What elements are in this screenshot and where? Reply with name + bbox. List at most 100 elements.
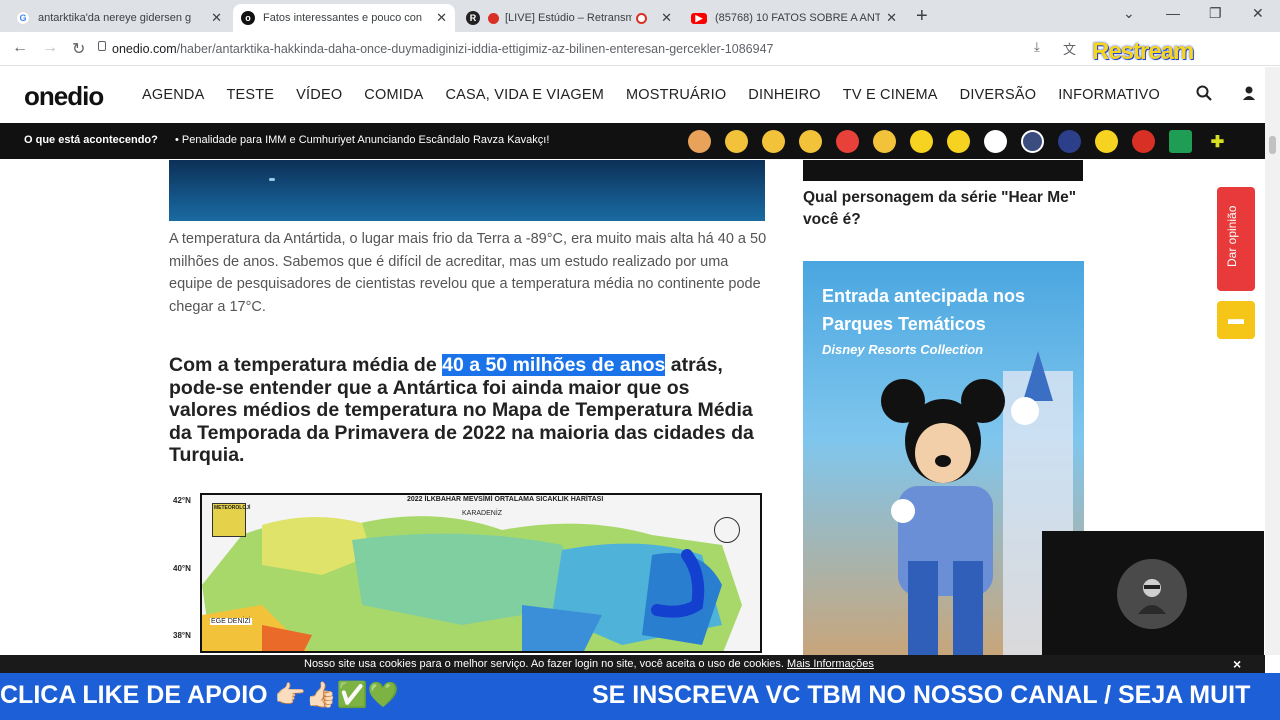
reaction-globe-icon[interactable] <box>1021 130 1044 153</box>
recording-indicator-icon <box>636 12 648 24</box>
forward-arrow-icon[interactable]: → <box>42 39 58 57</box>
search-icon[interactable] <box>1196 85 1212 106</box>
tab-youtube-video[interactable]: ▶ (85768) 10 FATOS SOBRE A ANTÁ ✕ <box>683 4 905 32</box>
reaction-heart-eyes-icon[interactable] <box>725 130 748 153</box>
opinion-label: Dar opinião <box>1225 205 1239 267</box>
url-host: onedio.com <box>112 42 177 56</box>
close-icon[interactable]: ✕ <box>661 10 672 26</box>
nav-item-teste[interactable]: TESTE <box>226 87 274 103</box>
cookie-close-icon[interactable]: × <box>1233 656 1241 672</box>
reaction-star-icon[interactable] <box>1095 130 1118 153</box>
meteorology-logo: METEOROLOJİ <box>212 503 250 537</box>
cookie-notice: Nosso site usa cookies para o melhor ser… <box>0 655 1265 673</box>
selected-text[interactable]: 40 a 50 milhões de anos <box>442 354 666 376</box>
reaction-cookie-icon[interactable] <box>688 130 711 153</box>
close-icon[interactable]: ✕ <box>436 10 447 26</box>
window-close-icon[interactable]: ✕ <box>1252 5 1264 22</box>
new-tab-icon[interactable]: + <box>916 5 928 28</box>
nav-item-dinheiro[interactable]: DINHEIRO <box>748 87 821 103</box>
reaction-angry-icon[interactable] <box>836 130 859 153</box>
tab-restream-studio[interactable]: R [LIVE] Estúdio – Retransm ✕ <box>458 4 680 32</box>
give-opinion-button[interactable]: Dar opinião <box>1217 187 1255 291</box>
back-arrow-icon[interactable]: ← <box>12 39 28 57</box>
page-scrollbar[interactable] <box>1265 67 1280 655</box>
nav-item-tv-cinema[interactable]: TV E CINEMA <box>843 87 938 103</box>
youtube-icon: ▶ <box>691 12 707 24</box>
nav-item-comida[interactable]: COMIDA <box>364 87 423 103</box>
nav-item-informativo[interactable]: INFORMATIVO <box>1058 87 1160 103</box>
translate-icon[interactable]: 文 <box>1063 39 1076 58</box>
close-icon[interactable]: ✕ <box>886 10 897 26</box>
restream-extension-logo[interactable]: Restream <box>1092 38 1194 66</box>
map-sea-label: EGE DENİZİ <box>210 618 252 625</box>
tab-label: Fatos interessantes e pouco con <box>263 12 422 24</box>
browser-tab-strip: G antarktika'da nereye gidersen g ✕ o Fa… <box>0 0 1280 32</box>
sidebar-quiz-title[interactable]: Qual personagem da série "Hear Me" você … <box>803 187 1083 231</box>
restream-icon: R <box>466 11 480 25</box>
site-logo[interactable]: onedio <box>24 81 104 112</box>
trending-headline[interactable]: • Penalidade para IMM e Cumhuriyet Anunc… <box>175 134 549 146</box>
sidebar-quiz-image[interactable] <box>803 160 1083 181</box>
cookie-text: Nosso site usa cookies para o melhor ser… <box>304 658 874 670</box>
temperature-map-figure: 42°N 40°N 38°N 2022 İLKBAHAR MEVSİMİ ORT… <box>169 483 765 653</box>
lat-label: 40°N <box>173 564 191 573</box>
tab-search-chevron-icon[interactable]: ⌄ <box>1123 5 1135 22</box>
subheading-text: Com a temperatura média de <box>169 354 443 376</box>
lat-label: 42°N <box>173 496 191 505</box>
minimize-icon[interactable]: — <box>1166 5 1180 21</box>
ticker-text-right: SE INSCREVA VC TBM NO NOSSO CANAL / SEJA… <box>592 681 1251 709</box>
article-paragraph: A temperatura da Antártida, o lugar mais… <box>169 231 767 315</box>
ticker-text-left: CLICA LIKE DE APOIO 👉🏻👍🏻✅💚 <box>0 681 400 709</box>
lock-icon <box>98 41 106 51</box>
reaction-wtf-icon[interactable] <box>910 130 933 153</box>
tab-label: antarktika'da nereye gidersen g <box>38 12 192 24</box>
lat-label: 38°N <box>173 631 191 640</box>
scrollbar-thumb[interactable] <box>1269 136 1276 154</box>
trending-bar: O que está acontecendo? • Penalidade par… <box>0 123 1265 159</box>
reaction-smile-icon[interactable] <box>873 130 896 153</box>
reaction-gamepad-icon[interactable]: ✚ <box>1206 130 1229 153</box>
main-nav: AGENDA TESTE VÍDEO COMIDA CASA, VIDA E V… <box>142 87 1160 103</box>
nav-item-video[interactable]: VÍDEO <box>296 87 342 103</box>
chat-icon: ▬ <box>1228 311 1244 328</box>
tab-google-search[interactable]: G antarktika'da nereye gidersen g ✕ <box>8 4 230 32</box>
tab-onedio-article[interactable]: o Fatos interessantes e pouco con ✕ <box>233 4 455 32</box>
user-icon[interactable] <box>1241 85 1257 106</box>
recording-dot-icon <box>488 12 499 24</box>
site-header: onedio AGENDA TESTE VÍDEO COMIDA CASA, V… <box>0 67 1265 122</box>
reaction-channel-icon[interactable] <box>1058 130 1081 153</box>
google-icon: G <box>16 11 30 25</box>
webcam-overlay <box>1042 531 1264 655</box>
meteorology-logo-text: METEOROLOJİ <box>214 505 251 511</box>
map-sea-label: KARADENİZ <box>462 510 503 517</box>
nav-item-mostruario[interactable]: MOSTRUÁRIO <box>626 87 726 103</box>
chat-button[interactable]: ▬ <box>1217 301 1255 339</box>
reaction-badge-icon[interactable] <box>947 130 970 153</box>
reaction-laugh-icon[interactable] <box>799 130 822 153</box>
install-icon[interactable]: ⤓ <box>1034 39 1040 55</box>
temperature-map: 2022 İLKBAHAR MEVSİMİ ORTALAMA SICAKLIK … <box>200 493 762 653</box>
article-subheading: Com a temperatura média de 40 a 50 milhõ… <box>169 354 759 467</box>
trending-prompt: O que está acontecendo? <box>24 134 158 146</box>
address-bar: ← → ↻ onedio.com/haber/antarktika-hakkin… <box>0 32 1280 66</box>
close-icon[interactable]: ✕ <box>211 10 222 26</box>
reaction-ok-icon[interactable] <box>984 130 1007 153</box>
article-hero-image <box>169 160 765 221</box>
url-path: /haber/antarktika-hakkinda-daha-once-duy… <box>176 42 774 56</box>
turkey-temperature-map-graphic <box>202 516 742 651</box>
nav-item-agenda[interactable]: AGENDA <box>142 87 204 103</box>
stream-ticker: CLICA LIKE DE APOIO 👉🏻👍🏻✅💚 SE INSCREVA V… <box>0 673 1280 720</box>
reaction-red-icon[interactable] <box>1132 130 1155 153</box>
reaction-sad-icon[interactable] <box>762 130 785 153</box>
compass-icon <box>714 517 740 543</box>
cookie-more-info-link[interactable]: Mais Informações <box>787 658 874 670</box>
tab-label: [LIVE] Estúdio – Retransm <box>505 12 633 24</box>
reload-icon[interactable]: ↻ <box>72 39 85 59</box>
nav-item-diversao[interactable]: DIVERSÃO <box>960 87 1037 103</box>
image-detail <box>269 178 275 181</box>
restore-icon[interactable]: ❐ <box>1209 5 1222 22</box>
nav-item-casa-vida-viagem[interactable]: CASA, VIDA E VIAGEM <box>446 87 605 103</box>
onedio-icon: o <box>241 11 255 25</box>
reaction-green-icon[interactable] <box>1169 130 1192 153</box>
url-field[interactable]: onedio.com/haber/antarktika-hakkinda-dah… <box>112 42 773 56</box>
